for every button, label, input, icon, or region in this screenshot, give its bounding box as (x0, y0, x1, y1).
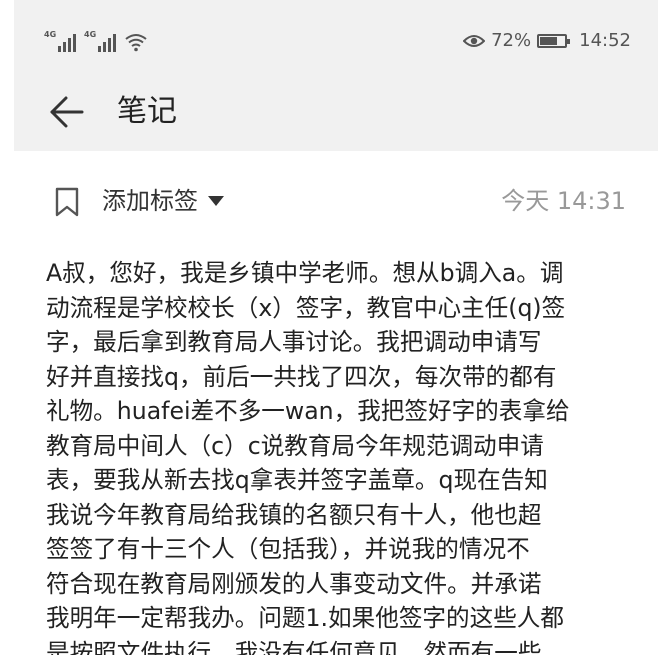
phone-screen: 4G 4G 72% 14:52 笔记 添加标签 今天 14:31 A叔，您好，我… (14, 0, 658, 655)
page-title: 笔记 (117, 94, 177, 129)
status-bar: 4G 4G 72% 14:52 (14, 0, 658, 84)
status-right: 72% 14:52 (463, 30, 631, 51)
network-type-2: 4G (84, 30, 97, 39)
note-line: 符合现在教育局刚颁发的人事变动文件。并承诺 (46, 569, 542, 598)
signal-icon: 4G (84, 30, 118, 52)
battery-percent: 72% (491, 30, 532, 51)
note-line: 签签了有十三个人（包括我），并说我的情况不 (46, 535, 530, 563)
note-line: 字，最后拿到教育局人事讨论。我把调动申请写 (46, 328, 542, 356)
note-content[interactable]: A叔，您好，我是乡镇中学老师。想从b调入a。调 动流程是学校校长（x）签字，教官… (46, 256, 630, 655)
battery-fill (540, 36, 558, 45)
arrow-left-icon[interactable] (46, 92, 86, 132)
note-meta-row: 添加标签 今天 14:31 (14, 151, 658, 251)
signal-icon: 4G (44, 30, 78, 52)
status-time: 14:52 (579, 30, 631, 51)
status-left: 4G 4G (44, 30, 148, 52)
note-timestamp: 今天 14:31 (501, 187, 626, 215)
note-line: 礼物。huafei差不多一wan，我把签好字的表拿给 (46, 397, 570, 425)
caret-down-icon (208, 196, 224, 206)
add-tag-button[interactable]: 添加标签 (102, 183, 224, 219)
note-line: 好并直接找q，前后一共找了四次，每次带的都有 (46, 362, 557, 391)
note-line: 我明年一定帮我办。问题1.如果他签字的这些人都 (46, 604, 564, 632)
note-line: 我说今年教育局给我镇的名额只有十人，他也超 (46, 500, 542, 529)
add-tag-label: 添加标签 (102, 187, 198, 215)
eye-icon (463, 34, 486, 47)
screen-edge-left (0, 0, 14, 655)
network-type-1: 4G (44, 30, 57, 39)
app-bar: 笔记 (14, 84, 658, 151)
note-line: 动流程是学校校长（x）签字，教官中心主任(q)签 (46, 293, 566, 322)
screen-edge-right (658, 0, 672, 655)
note-line: 表，要我从新去找q拿表并签字盖章。q现在告知 (46, 466, 548, 494)
note-line: 教育局中间人（c）c说教育局今年规范调动申请 (46, 431, 544, 460)
bookmark-icon[interactable] (54, 187, 80, 217)
wifi-icon (125, 34, 147, 52)
battery-icon (537, 33, 571, 48)
note-line: A叔，您好，我是乡镇中学老师。想从b调入a。调 (46, 259, 564, 287)
note-line: 是按照文件执行，我没有任何意见，然而有一些 (46, 638, 542, 655)
